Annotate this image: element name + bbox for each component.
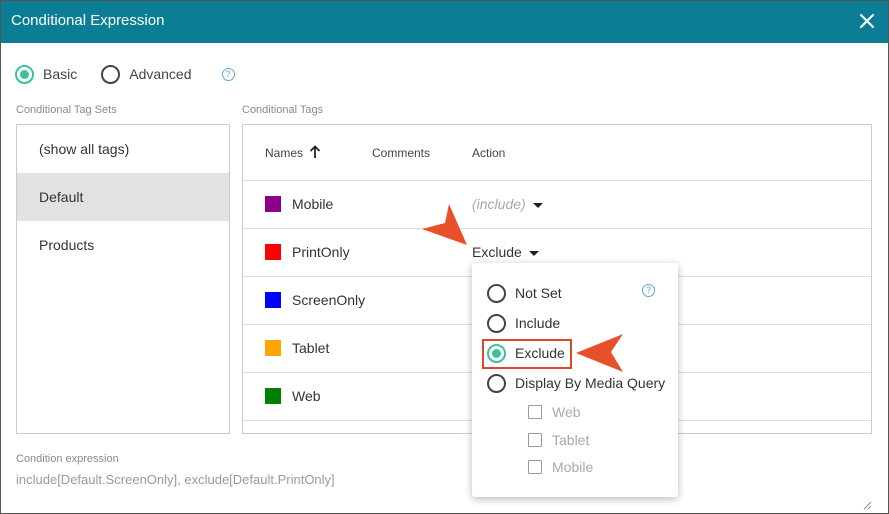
- tag-name: Tablet: [292, 340, 330, 356]
- tag-sets-list: (show all tags) Default Products: [16, 124, 230, 434]
- basic-radio[interactable]: [15, 64, 34, 84]
- tag-name: Web: [292, 388, 321, 404]
- media-query-web: Web: [528, 403, 581, 421]
- media-query-tablet: Tablet: [528, 431, 589, 449]
- table-row[interactable]: Mobile (include): [243, 181, 871, 229]
- condition-expression-label: Condition expression: [16, 453, 119, 465]
- tag-set-item-default[interactable]: Default: [17, 173, 229, 221]
- action-value: (include): [472, 196, 526, 212]
- tag-set-item-show-all[interactable]: (show all tags): [17, 125, 229, 173]
- caret-down-icon: [528, 250, 539, 256]
- tag-name: PrintOnly: [292, 244, 350, 260]
- names-column-header[interactable]: Names: [265, 146, 303, 160]
- menu-option-not-set[interactable]: Not Set: [487, 282, 562, 304]
- callout-arrow-icon: [576, 334, 623, 372]
- not-set-radio[interactable]: [487, 283, 506, 303]
- action-dropdown[interactable]: Exclude: [472, 244, 539, 260]
- close-icon[interactable]: [856, 10, 878, 32]
- exclude-radio[interactable]: [487, 343, 506, 363]
- menu-option-exclude[interactable]: Exclude: [487, 342, 565, 364]
- help-icon[interactable]: ?: [642, 284, 655, 297]
- menu-option-media-query[interactable]: Display By Media Query: [487, 372, 665, 394]
- action-value: Exclude: [472, 244, 522, 260]
- tag-color-swatch: [265, 244, 281, 260]
- mode-selector: Basic Advanced ?: [15, 63, 235, 85]
- tag-color-swatch: [265, 196, 281, 212]
- action-dropdown[interactable]: (include): [472, 196, 543, 212]
- condition-expression-field[interactable]: include[Default.ScreenOnly], exclude[Def…: [16, 472, 335, 487]
- advanced-label[interactable]: Advanced: [129, 66, 191, 82]
- callout-arrow-icon: [422, 204, 467, 245]
- conditional-expression-dialog: Conditional Expression Basic Advanced ? …: [0, 0, 889, 514]
- tag-color-swatch: [265, 388, 281, 404]
- title-bar: Conditional Expression: [1, 1, 888, 43]
- action-dropdown-menu: Not Set ? Include Exclude Display By Med…: [472, 263, 678, 497]
- mobile-checkbox: [528, 460, 542, 474]
- basic-label[interactable]: Basic: [43, 66, 77, 82]
- media-query-radio[interactable]: [487, 373, 506, 393]
- tablet-checkbox: [528, 433, 542, 447]
- action-column-header[interactable]: Action: [472, 146, 505, 160]
- tag-color-swatch: [265, 292, 281, 308]
- web-checkbox: [528, 405, 542, 419]
- tag-sets-label: Conditional Tag Sets: [16, 104, 117, 116]
- tags-table-header: Names Comments Action: [243, 125, 871, 181]
- menu-option-include[interactable]: Include: [487, 312, 560, 334]
- sort-ascending-icon[interactable]: [309, 145, 321, 159]
- help-icon[interactable]: ?: [221, 67, 235, 81]
- tag-name: ScreenOnly: [292, 292, 366, 308]
- caret-down-icon: [532, 202, 543, 208]
- tag-set-item-products[interactable]: Products: [17, 221, 229, 269]
- tag-color-swatch: [265, 340, 281, 356]
- tag-name: Mobile: [292, 196, 334, 212]
- include-radio[interactable]: [487, 313, 506, 333]
- resize-grip-icon[interactable]: [862, 497, 872, 510]
- dialog-title: Conditional Expression: [11, 12, 165, 29]
- comments-column-header[interactable]: Comments: [372, 146, 430, 160]
- tags-label: Conditional Tags: [242, 104, 324, 116]
- advanced-radio[interactable]: [101, 64, 121, 84]
- media-query-mobile: Mobile: [528, 458, 593, 476]
